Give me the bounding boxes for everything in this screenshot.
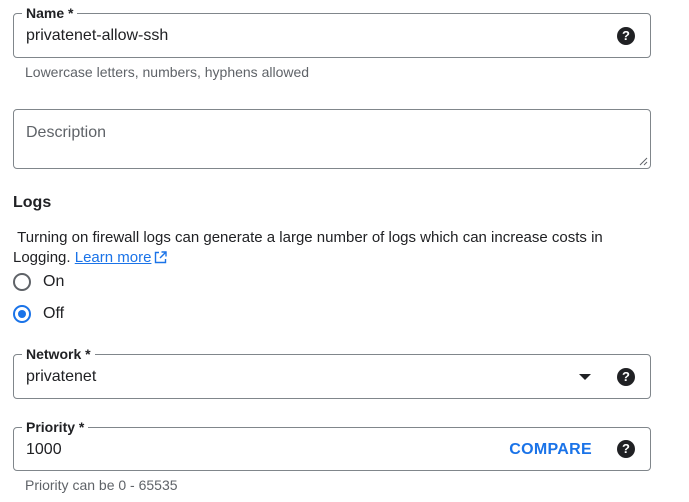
help-icon[interactable]: ? xyxy=(617,368,635,386)
radio-on-label: On xyxy=(43,273,65,290)
logs-description: Turning on firewall logs can generate a … xyxy=(13,228,633,268)
priority-hint: Priority can be 0 - 65535 xyxy=(25,477,178,493)
description-field[interactable]: Description xyxy=(13,109,651,169)
name-hint: Lowercase letters, numbers, hyphens allo… xyxy=(25,64,310,80)
network-field-label: Network * xyxy=(22,345,95,363)
firewall-rule-form: Name * privatenet-allow-ssh ? Lowercase … xyxy=(0,0,689,502)
priority-field[interactable]: Priority * 1000 COMPARE ? xyxy=(13,418,651,471)
resize-handle-icon[interactable] xyxy=(638,156,648,166)
network-select[interactable]: Network * privatenet ? xyxy=(13,345,651,399)
dropdown-arrow-icon[interactable] xyxy=(579,374,591,380)
radio-on[interactable] xyxy=(13,273,31,291)
logs-option-off[interactable]: Off xyxy=(13,303,64,325)
external-link-icon[interactable] xyxy=(154,251,168,264)
description-placeholder: Description xyxy=(26,124,107,141)
logs-title: Logs xyxy=(13,194,52,211)
radio-off[interactable] xyxy=(13,305,31,323)
radio-off-label: Off xyxy=(43,305,65,322)
help-icon[interactable]: ? xyxy=(617,27,635,45)
name-field[interactable]: Name * privatenet-allow-ssh ? xyxy=(13,4,651,58)
name-field-label: Name * xyxy=(22,4,78,22)
learn-more-link[interactable]: Learn more xyxy=(75,249,152,266)
help-icon[interactable]: ? xyxy=(617,440,635,458)
priority-input[interactable]: 1000 xyxy=(26,440,62,460)
logs-option-on[interactable]: On xyxy=(13,271,64,293)
name-input[interactable]: privatenet-allow-ssh xyxy=(26,26,168,46)
network-value: privatenet xyxy=(26,368,97,385)
compare-button[interactable]: COMPARE xyxy=(509,440,592,460)
priority-field-label: Priority * xyxy=(22,418,89,436)
